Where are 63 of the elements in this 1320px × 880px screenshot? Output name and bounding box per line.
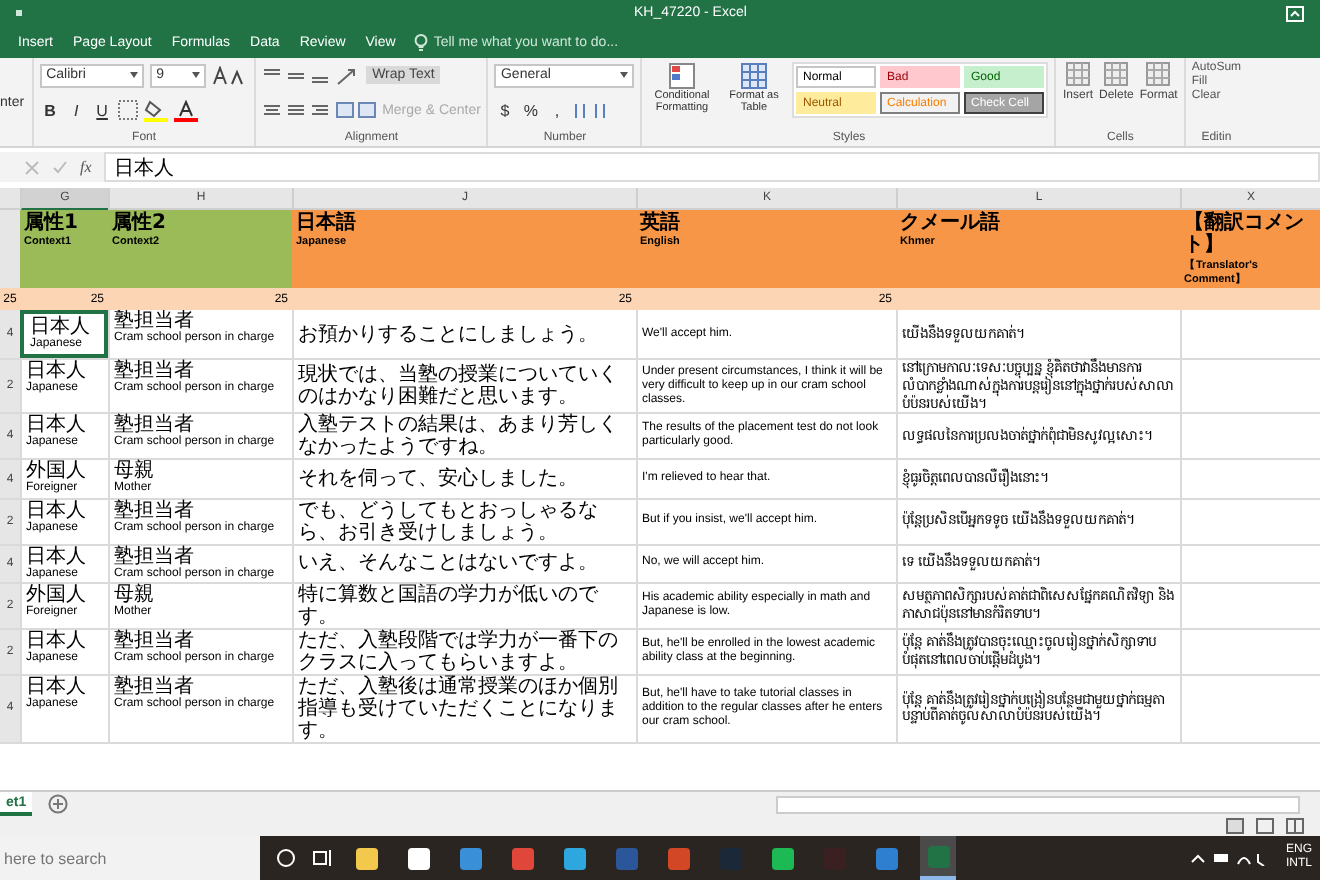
- ribbon-options-icon[interactable]: [1286, 5, 1304, 21]
- grow-font-icon[interactable]: [212, 65, 249, 85]
- header-title: 日本語: [296, 212, 358, 234]
- horizontal-scrollbar[interactable]: [776, 795, 1300, 813]
- cell-text: 現状では、当塾の授業についていくのはかなり困難だと思います。: [298, 364, 620, 409]
- cell-text: ただ、入塾段階では学力が一番下のクラスに入ってもらいますよ。: [298, 629, 620, 674]
- header-title: 【翻訳コメント】: [1184, 212, 1306, 256]
- caret-icon: [130, 72, 139, 78]
- page-layout-icon[interactable]: [1256, 818, 1274, 834]
- cell-text: 塾担当者: [114, 629, 196, 652]
- cell-text: 塾担当者: [114, 414, 196, 437]
- header-title: クメール語: [900, 212, 1002, 234]
- header-title: 属性2: [112, 212, 168, 234]
- orientation-icon[interactable]: [336, 65, 361, 85]
- cell-text: 外国人: [26, 583, 88, 606]
- normal-view-icon[interactable]: [1226, 818, 1244, 834]
- cell-text: 日本人: [26, 545, 88, 568]
- number-format-button[interactable]: %: [520, 101, 541, 119]
- system-tray-icon[interactable]: [1189, 850, 1270, 866]
- page-break-icon[interactable]: [1286, 818, 1304, 834]
- table-icon: [739, 62, 768, 90]
- cell-text: それを伺って、安心しました。: [298, 468, 580, 491]
- cell-text: 日本人: [30, 316, 92, 338]
- cell-text: 日本人: [26, 499, 88, 522]
- number-format-button[interactable]: ,: [546, 101, 567, 119]
- task-view-icon[interactable]: [312, 848, 332, 868]
- font-style-button[interactable]: B: [40, 101, 61, 119]
- cell-text: 母親: [114, 460, 156, 483]
- cell-text: 特に算数と国語の学力が低いのです。: [298, 583, 600, 628]
- cell-text: お預かりすることにしましょう。: [298, 323, 600, 346]
- font-style-button[interactable]: U: [92, 101, 113, 119]
- taskbar-search-field[interactable]: here to search: [0, 836, 260, 880]
- font-color-icon[interactable]: [174, 99, 199, 121]
- cell-text: 外国人: [26, 460, 88, 483]
- font-style-button[interactable]: I: [66, 101, 87, 119]
- checkmark-icon[interactable]: [52, 159, 68, 175]
- cell-text: 塾担当者: [114, 360, 196, 383]
- cell-text: 塾担当者: [114, 545, 196, 568]
- align-text-icon[interactable]: [262, 100, 331, 120]
- cell-text: 日本人: [26, 360, 88, 383]
- lightbulb-icon: [413, 33, 428, 51]
- cell-text: 塾担当者: [114, 675, 196, 698]
- header-title: 英語: [640, 212, 682, 234]
- cell-text: いえ、そんなことはないですよ。: [298, 552, 600, 575]
- caret-icon: [192, 72, 201, 78]
- cell-text: ただ、入塾後は通常授業のほか個別指導も受けていただくことになります。: [298, 675, 620, 742]
- cell-text: でも、どうしてもとおっしゃるなら、お引き受けしましょう。: [298, 499, 600, 544]
- cell-text: 入塾テストの結果は、あまり芳しくなかったようですね。: [298, 414, 620, 459]
- cell-text: 日本人: [26, 414, 88, 437]
- caret-icon: [620, 72, 629, 78]
- align-top-icon[interactable]: [262, 65, 331, 85]
- borders-icon[interactable]: [118, 100, 139, 120]
- number-format-button[interactable]: $: [494, 101, 515, 119]
- add-sheet-icon[interactable]: [48, 794, 69, 814]
- cell-text: 塾担当者: [114, 499, 196, 522]
- formula-field[interactable]: 日本人: [103, 152, 1320, 182]
- cell-text: 日本人: [26, 629, 88, 652]
- cell-text: 母親: [114, 583, 156, 606]
- header-title: 属性1: [24, 212, 80, 234]
- fill-color-icon[interactable]: [144, 99, 169, 121]
- circle-icon[interactable]: [276, 848, 296, 868]
- insert-function-button[interactable]: fx: [80, 158, 92, 176]
- cell-text: 日本人: [26, 675, 88, 698]
